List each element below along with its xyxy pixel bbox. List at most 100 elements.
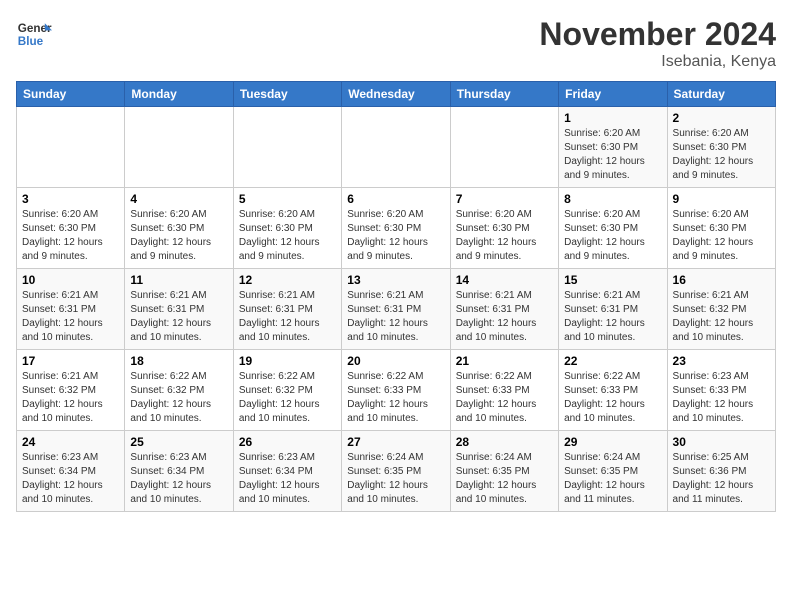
calendar-cell: 14Sunrise: 6:21 AM Sunset: 6:31 PM Dayli… — [450, 269, 558, 350]
day-info: Sunrise: 6:22 AM Sunset: 6:33 PM Dayligh… — [347, 370, 444, 426]
calendar-cell — [342, 107, 450, 188]
day-number: 10 — [22, 273, 119, 287]
calendar-cell: 6 Sunrise: 6:20 AM Sunset: 6:30 PM Daylig… — [342, 188, 450, 269]
day-info: Sunrise: 6:23 AM Sunset: 6:34 PM Dayligh… — [130, 451, 227, 507]
day-number: 9 — [673, 192, 770, 206]
logo: General Blue — [16, 16, 52, 52]
weekday-header: Friday — [559, 82, 667, 107]
calendar-cell: 21Sunrise: 6:22 AM Sunset: 6:33 PM Dayli… — [450, 350, 558, 431]
calendar-cell: 1Sunrise: 6:20 AM Sunset: 6:30 PM Daylig… — [559, 107, 667, 188]
calendar-cell — [233, 107, 341, 188]
day-number: 30 — [673, 435, 770, 449]
day-number: 26 — [239, 435, 336, 449]
calendar-cell: 17Sunrise: 6:21 AM Sunset: 6:32 PM Dayli… — [17, 350, 125, 431]
calendar-cell: 9 Sunrise: 6:20 AM Sunset: 6:30 PM Daylig… — [667, 188, 775, 269]
svg-text:Blue: Blue — [18, 35, 44, 48]
day-info: Sunrise: 6:23 AM Sunset: 6:34 PM Dayligh… — [239, 451, 336, 507]
calendar-cell: 25 Sunrise: 6:23 AM Sunset: 6:34 PM Dayli… — [125, 431, 233, 512]
location-subtitle: Isebania, Kenya — [539, 53, 776, 71]
day-number: 8 — [564, 192, 661, 206]
weekday-header: Wednesday — [342, 82, 450, 107]
calendar-week-row: 17Sunrise: 6:21 AM Sunset: 6:32 PM Dayli… — [17, 350, 776, 431]
calendar-cell — [17, 107, 125, 188]
day-number: 13 — [347, 273, 444, 287]
calendar-header-row: SundayMondayTuesdayWednesdayThursdayFrid… — [17, 82, 776, 107]
calendar-cell: 19Sunrise: 6:22 AM Sunset: 6:32 PM Dayli… — [233, 350, 341, 431]
day-number: 2 — [673, 111, 770, 125]
day-info: Sunrise: 6:21 AM Sunset: 6:31 PM Dayligh… — [347, 289, 444, 345]
calendar-cell: 24 Sunrise: 6:23 AM Sunset: 6:34 PM Dayli… — [17, 431, 125, 512]
calendar-cell: 10Sunrise: 6:21 AM Sunset: 6:31 PM Dayli… — [17, 269, 125, 350]
weekday-header: Thursday — [450, 82, 558, 107]
weekday-header: Sunday — [17, 82, 125, 107]
day-info: Sunrise: 6:24 AM Sunset: 6:35 PM Dayligh… — [564, 451, 661, 507]
weekday-header: Saturday — [667, 82, 775, 107]
day-info: Sunrise: 6:21 AM Sunset: 6:32 PM Dayligh… — [673, 289, 770, 345]
day-info: Sunrise: 6:20 AM Sunset: 6:30 PM Dayligh… — [347, 208, 444, 264]
day-info: Sunrise: 6:21 AM Sunset: 6:31 PM Dayligh… — [130, 289, 227, 345]
day-info: Sunrise: 6:24 AM Sunset: 6:35 PM Dayligh… — [456, 451, 553, 507]
day-info: Sunrise: 6:20 AM Sunset: 6:30 PM Dayligh… — [564, 208, 661, 264]
calendar-cell: 11 Sunrise: 6:21 AM Sunset: 6:31 PM Dayli… — [125, 269, 233, 350]
day-info: Sunrise: 6:21 AM Sunset: 6:32 PM Dayligh… — [22, 370, 119, 426]
day-info: Sunrise: 6:20 AM Sunset: 6:30 PM Dayligh… — [22, 208, 119, 264]
day-info: Sunrise: 6:24 AM Sunset: 6:35 PM Dayligh… — [347, 451, 444, 507]
day-number: 16 — [673, 273, 770, 287]
day-info: Sunrise: 6:22 AM Sunset: 6:32 PM Dayligh… — [130, 370, 227, 426]
logo-icon: General Blue — [16, 16, 52, 52]
day-number: 7 — [456, 192, 553, 206]
day-number: 19 — [239, 354, 336, 368]
day-number: 24 — [22, 435, 119, 449]
day-number: 25 — [130, 435, 227, 449]
weekday-header: Tuesday — [233, 82, 341, 107]
day-number: 27 — [347, 435, 444, 449]
calendar-cell: 16 Sunrise: 6:21 AM Sunset: 6:32 PM Dayli… — [667, 269, 775, 350]
day-number: 14 — [456, 273, 553, 287]
day-number: 18 — [130, 354, 227, 368]
day-number: 12 — [239, 273, 336, 287]
calendar-cell: 3 Sunrise: 6:20 AM Sunset: 6:30 PM Daylig… — [17, 188, 125, 269]
calendar-cell: 2 Sunrise: 6:20 AM Sunset: 6:30 PM Daylig… — [667, 107, 775, 188]
calendar-cell: 12Sunrise: 6:21 AM Sunset: 6:31 PM Dayli… — [233, 269, 341, 350]
title-area: November 2024 Isebania, Kenya — [539, 16, 776, 71]
day-number: 22 — [564, 354, 661, 368]
calendar-cell: 7Sunrise: 6:20 AM Sunset: 6:30 PM Daylig… — [450, 188, 558, 269]
calendar-week-row: 3 Sunrise: 6:20 AM Sunset: 6:30 PM Daylig… — [17, 188, 776, 269]
calendar-cell — [450, 107, 558, 188]
calendar-cell: 20 Sunrise: 6:22 AM Sunset: 6:33 PM Dayli… — [342, 350, 450, 431]
page-header: General Blue November 2024 Isebania, Ken… — [16, 16, 776, 71]
calendar-body: 1 Sunrise: 6:20 AM Sunset: 6:30 PM Daylig… — [17, 107, 776, 512]
calendar-cell: 22 Sunrise: 6:22 AM Sunset: 6:33 PM Dayli… — [559, 350, 667, 431]
day-info: Sunrise: 6:20 AM Sunset: 6:30 PM Dayligh… — [673, 208, 770, 264]
day-number: 21 — [456, 354, 553, 368]
weekday-header: Monday — [125, 82, 233, 107]
day-number: 3 — [22, 192, 119, 206]
day-number: 28 — [456, 435, 553, 449]
day-info: Sunrise: 6:21 AM Sunset: 6:31 PM Dayligh… — [564, 289, 661, 345]
day-number: 6 — [347, 192, 444, 206]
month-year-title: November 2024 — [539, 16, 776, 53]
calendar-week-row: 10 Sunrise: 6:21 AM Sunset: 6:31 PM Dayli… — [17, 269, 776, 350]
calendar-cell — [125, 107, 233, 188]
calendar-cell: 5 Sunrise: 6:20 AM Sunset: 6:30 PM Daylig… — [233, 188, 341, 269]
calendar-cell: 28 Sunrise: 6:24 AM Sunset: 6:35 PM Dayli… — [450, 431, 558, 512]
calendar-cell: 27 Sunrise: 6:24 AM Sunset: 6:35 PM Dayli… — [342, 431, 450, 512]
day-info: Sunrise: 6:25 AM Sunset: 6:36 PM Dayligh… — [673, 451, 770, 507]
day-number: 20 — [347, 354, 444, 368]
day-number: 11 — [130, 273, 227, 287]
calendar-cell: 30 Sunrise: 6:25 AM Sunset: 6:36 PM Dayli… — [667, 431, 775, 512]
calendar-cell: 23Sunrise: 6:23 AM Sunset: 6:33 PM Dayli… — [667, 350, 775, 431]
calendar-cell: 29Sunrise: 6:24 AM Sunset: 6:35 PM Dayli… — [559, 431, 667, 512]
day-number: 5 — [239, 192, 336, 206]
calendar-week-row: 1 Sunrise: 6:20 AM Sunset: 6:30 PM Daylig… — [17, 107, 776, 188]
calendar-cell: 8 Sunrise: 6:20 AM Sunset: 6:30 PM Daylig… — [559, 188, 667, 269]
day-info: Sunrise: 6:20 AM Sunset: 6:30 PM Dayligh… — [673, 127, 770, 183]
day-info: Sunrise: 6:22 AM Sunset: 6:33 PM Dayligh… — [564, 370, 661, 426]
day-number: 4 — [130, 192, 227, 206]
calendar-table: SundayMondayTuesdayWednesdayThursdayFrid… — [16, 81, 776, 512]
day-info: Sunrise: 6:20 AM Sunset: 6:30 PM Dayligh… — [239, 208, 336, 264]
calendar-cell: 18 Sunrise: 6:22 AM Sunset: 6:32 PM Dayli… — [125, 350, 233, 431]
day-number: 1 — [564, 111, 661, 125]
day-info: Sunrise: 6:23 AM Sunset: 6:34 PM Dayligh… — [22, 451, 119, 507]
day-number: 15 — [564, 273, 661, 287]
